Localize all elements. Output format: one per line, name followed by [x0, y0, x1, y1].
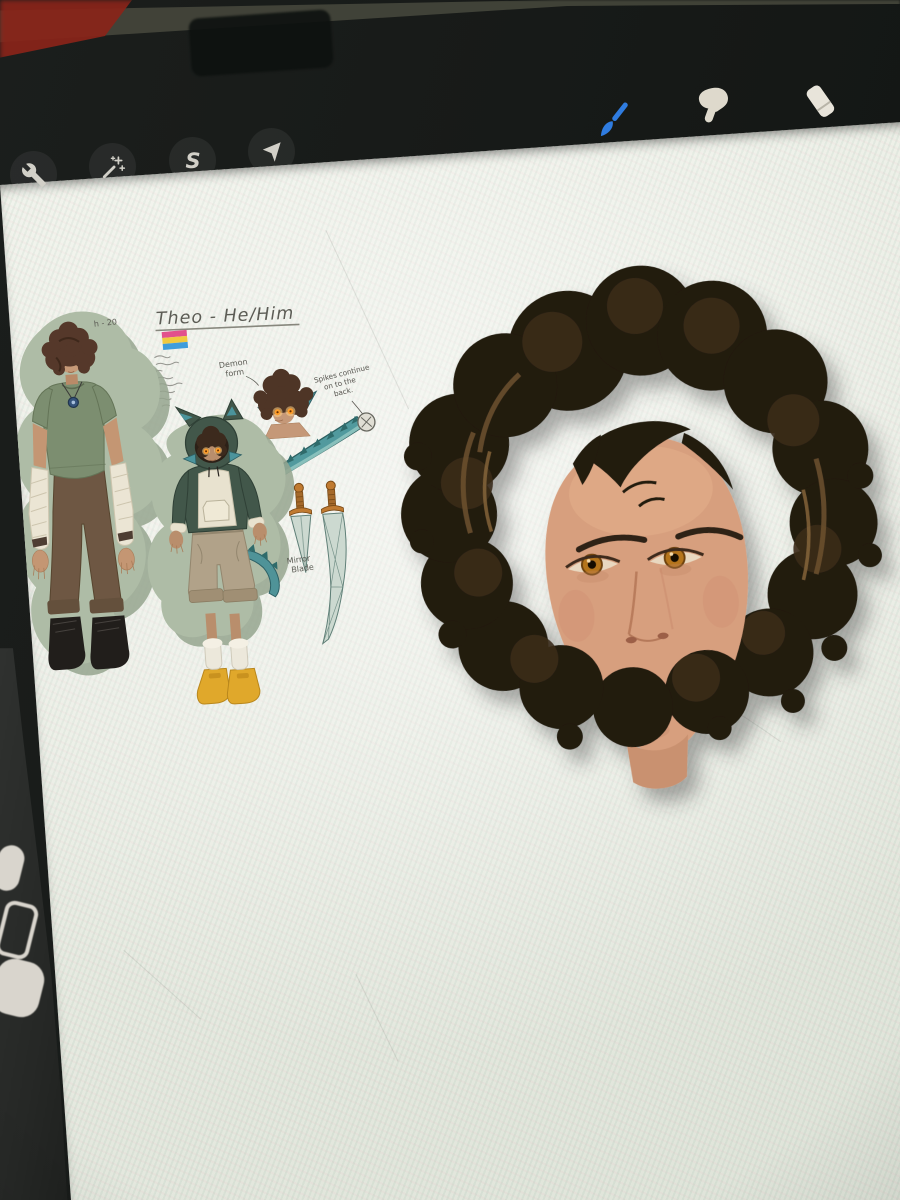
smudge-tool-button[interactable]	[690, 84, 738, 134]
mirror-blade-daggers: Mirror Blade	[286, 480, 347, 645]
drawing-canvas[interactable]: Theo - He/Him h - 20 Demon form Spikes c…	[0, 114, 900, 1200]
background-shelf-notch	[188, 9, 334, 77]
case-key-outline	[0, 898, 41, 962]
character-reference-sheet-artwork: Theo - He/Him h - 20 Demon form Spikes c…	[15, 230, 882, 1062]
demon-form-label-line2: form	[225, 367, 245, 379]
eraser-tool-button[interactable]	[797, 80, 845, 130]
demon-hair	[253, 368, 314, 420]
background-shelf-edge	[0, 0, 900, 43]
smudge-icon	[690, 82, 738, 136]
transform-arrow-icon	[259, 139, 285, 165]
svg-text:S: S	[185, 149, 200, 173]
actions-tool-button[interactable]	[10, 151, 57, 198]
transform-tool-button[interactable]	[248, 128, 295, 175]
brush-icon	[588, 96, 636, 152]
photo-of-tablet: Theo - He/Him h - 20 Demon form Spikes c…	[0, 0, 900, 1200]
selection-tool-button[interactable]: S	[169, 137, 216, 184]
selection-s-icon: S	[178, 146, 208, 176]
magic-wand-icon	[100, 154, 126, 180]
case-key-large	[0, 955, 49, 1021]
figure-cat-hoodie	[147, 398, 295, 705]
eraser-icon	[797, 78, 845, 132]
large-portrait-painting	[401, 265, 882, 789]
weapon-label-line2: Blade	[291, 563, 315, 575]
case-key-pill	[0, 842, 28, 894]
wrench-icon	[21, 162, 47, 188]
adjustments-tool-button[interactable]	[89, 143, 136, 190]
pride-flag	[161, 329, 189, 351]
trait-list-line	[155, 361, 180, 366]
brush-tool-button[interactable]	[588, 98, 636, 150]
trait-list-line	[154, 355, 171, 359]
hoodie-pocket	[202, 499, 230, 523]
